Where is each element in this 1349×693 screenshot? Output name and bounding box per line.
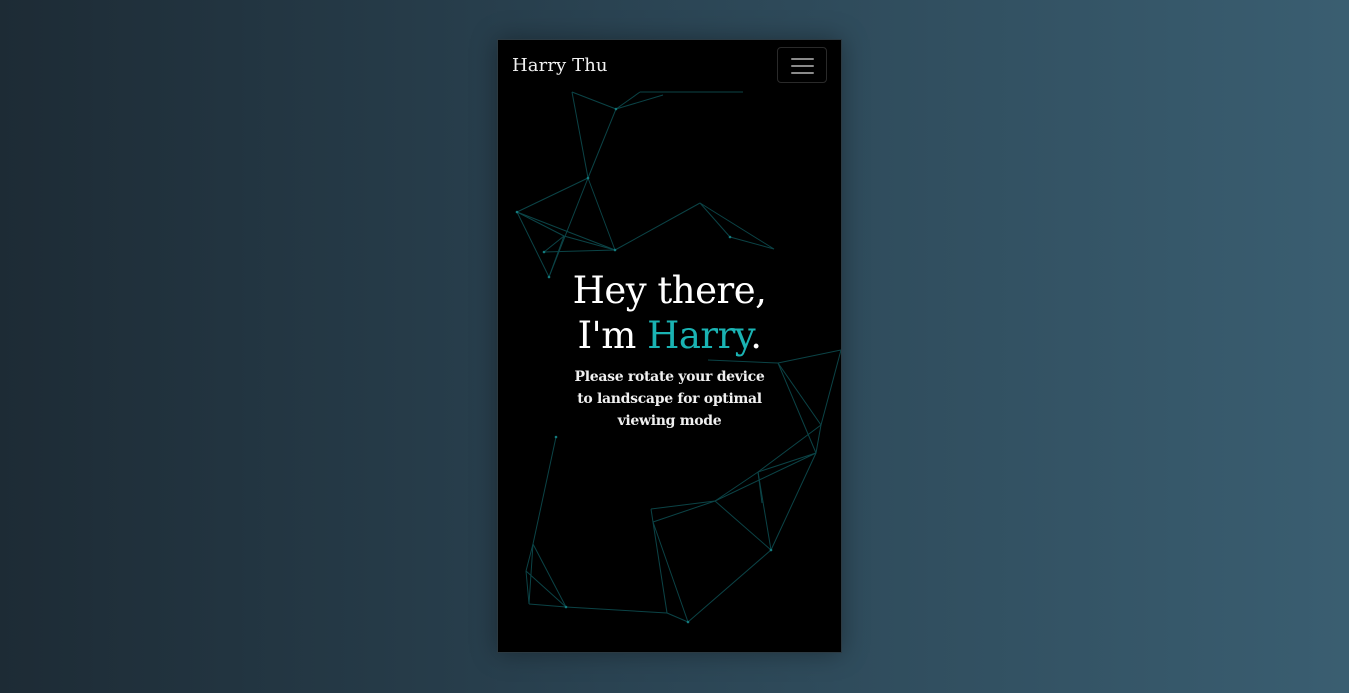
hero-greeting: Hey there,	[572, 269, 767, 312]
top-navbar: Harry Thu	[498, 40, 841, 92]
hero-section: Hey there, I'm Harry. Please rotate your…	[498, 268, 841, 432]
hero-intro-prefix: I'm	[577, 314, 648, 357]
hero-name: Harry	[647, 314, 751, 357]
brand-link[interactable]: Harry Thu	[512, 55, 608, 76]
mobile-viewport: Harry Thu Hey there, I'm Harry. Please r…	[497, 39, 842, 653]
hero-intro-suffix: .	[750, 314, 762, 357]
navbar-toggle-button[interactable]	[777, 47, 827, 83]
rotate-device-message: Please rotate your device to landscape f…	[574, 369, 765, 429]
hero-heading: Hey there, I'm Harry.	[498, 268, 841, 358]
